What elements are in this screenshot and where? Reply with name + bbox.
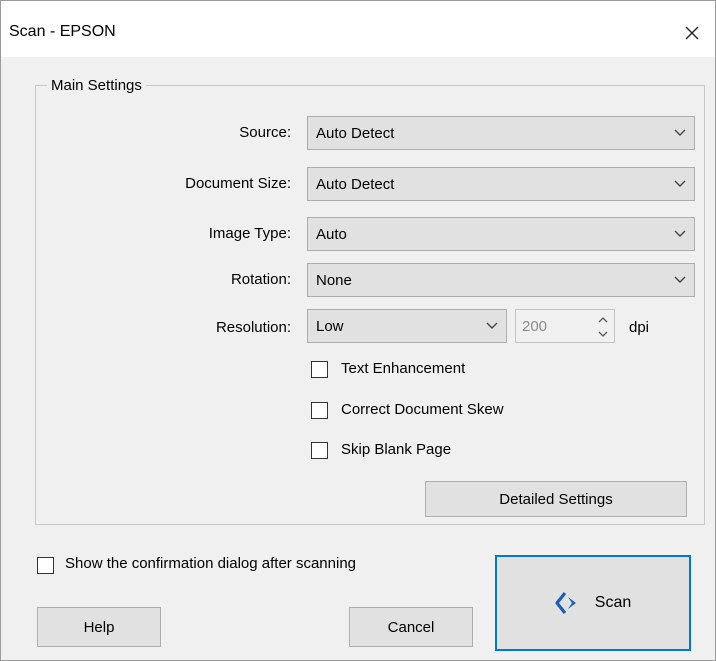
confirmation-checkbox[interactable] [37, 557, 54, 574]
dpi-value: 200 [522, 317, 548, 335]
text-enhancement-checkbox[interactable] [311, 361, 328, 378]
confirmation-label[interactable]: Show the confirmation dialog after scann… [65, 555, 356, 572]
arrow-down-icon[interactable] [598, 330, 608, 338]
chevron-down-icon [674, 129, 686, 136]
source-label: Source: [239, 124, 291, 141]
document-size-value: Auto Detect [316, 175, 395, 193]
arrow-up-icon[interactable] [598, 316, 608, 324]
dpi-spinbox[interactable]: 200 [515, 309, 615, 343]
main-settings-legend: Main Settings [47, 77, 146, 94]
chevron-down-icon [674, 230, 686, 237]
skip-blank-checkbox[interactable] [311, 442, 328, 459]
close-icon [685, 26, 699, 40]
close-button[interactable] [669, 15, 715, 51]
dpi-unit-label: dpi [629, 319, 650, 336]
rotation-select[interactable]: None [307, 263, 695, 297]
cancel-button[interactable]: Cancel [349, 607, 473, 647]
help-label: Help [83, 618, 115, 636]
help-button[interactable]: Help [37, 607, 161, 647]
image-type-select[interactable]: Auto [307, 217, 695, 251]
scan-button[interactable]: Scan [495, 555, 691, 651]
document-size-select[interactable]: Auto Detect [307, 167, 695, 201]
epson-scan-icon [555, 592, 576, 614]
scan-button-content: Scan [555, 591, 631, 615]
resolution-value: Low [316, 317, 344, 335]
correct-skew-checkbox[interactable] [311, 402, 328, 419]
image-type-label: Image Type: [208, 225, 291, 242]
correct-skew-label[interactable]: Correct Document Skew [341, 401, 504, 418]
spin-arrows[interactable] [596, 316, 610, 338]
source-value: Auto Detect [316, 124, 395, 142]
chevron-down-icon [486, 322, 498, 329]
scan-dialog: Scan - EPSON Main Settings Source: Auto … [0, 0, 716, 661]
rotation-label: Rotation: [230, 271, 291, 288]
main-settings-group [35, 85, 705, 525]
cancel-label: Cancel [387, 618, 435, 636]
chevron-down-icon [674, 276, 686, 283]
title-bar: Scan - EPSON [1, 1, 715, 57]
scan-label: Scan [594, 594, 632, 611]
window-title: Scan - EPSON [9, 23, 116, 40]
rotation-value: None [316, 271, 352, 289]
document-size-label: Document Size: [185, 175, 291, 192]
image-type-value: Auto [316, 225, 347, 243]
text-enhancement-label[interactable]: Text Enhancement [341, 360, 465, 377]
source-select[interactable]: Auto Detect [307, 116, 695, 150]
detailed-settings-button[interactable]: Detailed Settings [425, 481, 687, 517]
resolution-select[interactable]: Low [307, 309, 507, 343]
resolution-label: Resolution: [215, 319, 291, 336]
skip-blank-label[interactable]: Skip Blank Page [341, 441, 451, 458]
chevron-down-icon [674, 180, 686, 187]
detailed-settings-label: Detailed Settings [499, 490, 613, 508]
